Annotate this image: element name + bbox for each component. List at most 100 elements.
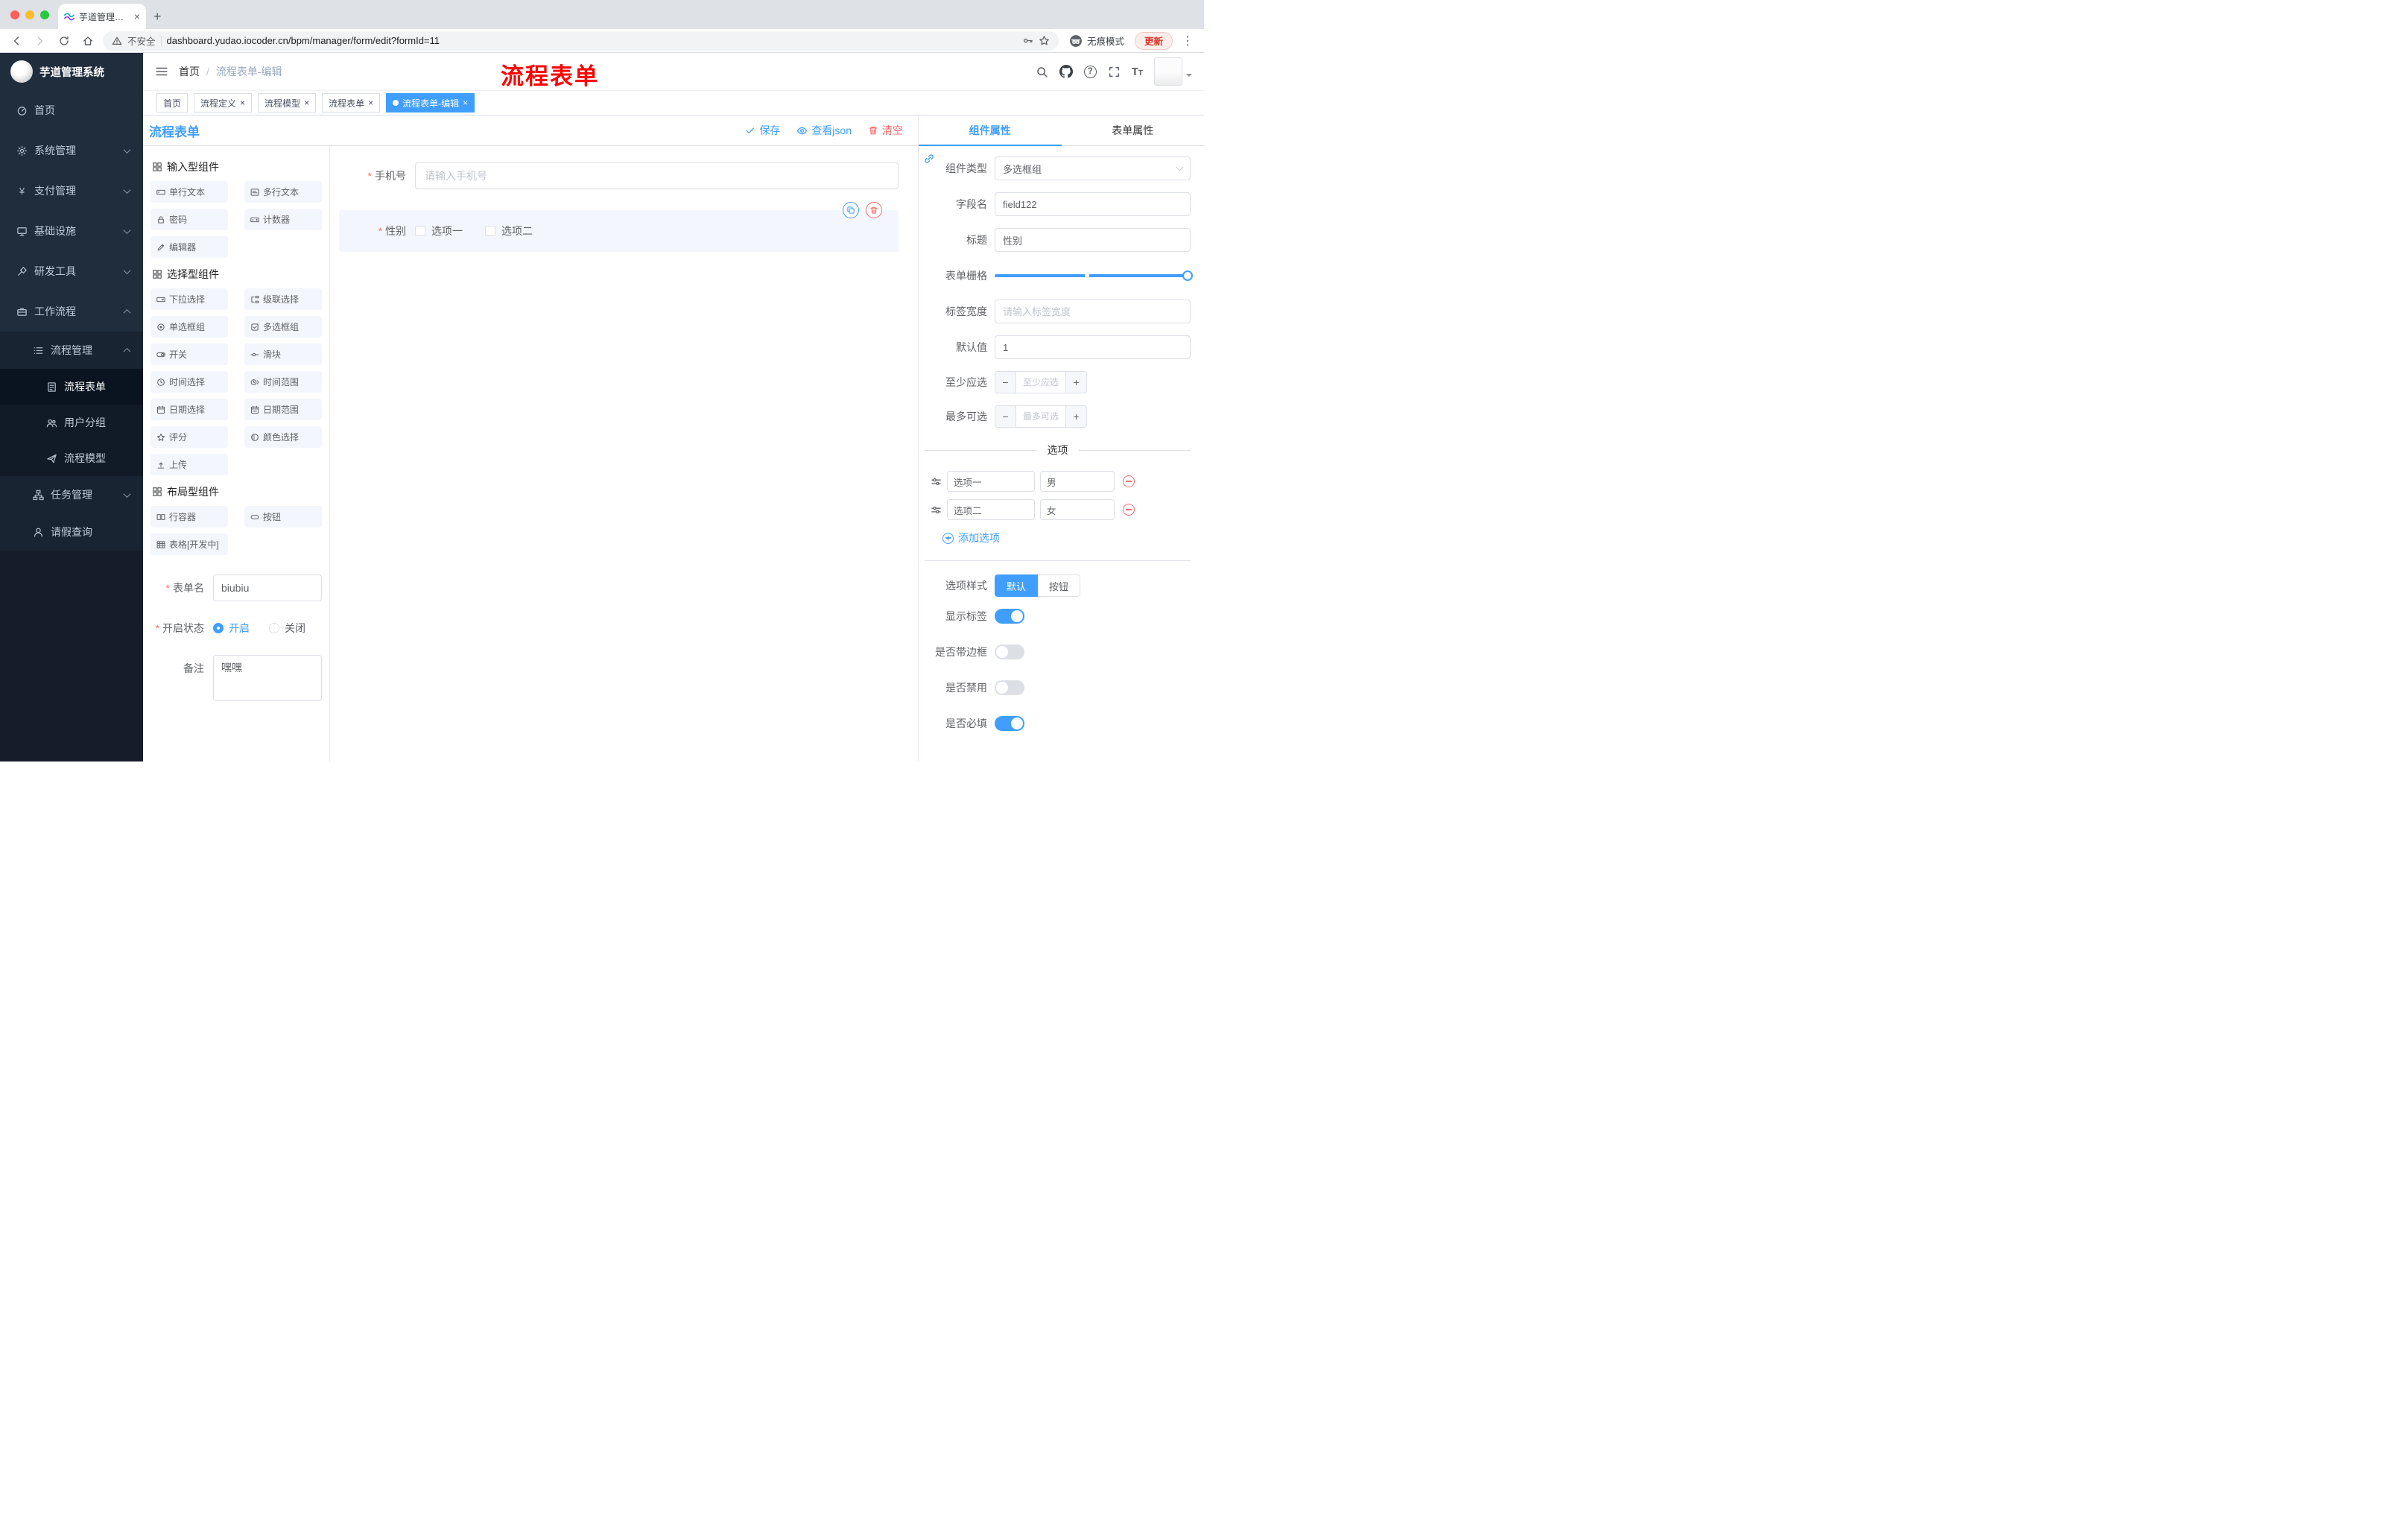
tab-component-props[interactable]: 组件属性	[919, 115, 1062, 146]
palette-item-time-picker[interactable]: 时间选择	[150, 371, 228, 393]
update-button[interactable]: 更新	[1134, 31, 1173, 50]
tag-close-icon[interactable]: ×	[240, 98, 245, 107]
window-minimize-button[interactable]	[25, 10, 34, 19]
tab-form-props[interactable]: 表单属性	[1062, 115, 1205, 145]
sidebar-item-process-mgmt[interactable]: 流程管理	[0, 332, 143, 369]
save-button[interactable]: 保存	[745, 123, 780, 138]
tab-close-icon[interactable]: ×	[134, 11, 140, 22]
palette-item-date-picker[interactable]: 日期选择	[150, 399, 228, 420]
drag-handle-icon[interactable]	[931, 476, 942, 487]
sidebar-item-payment[interactable]: ¥ 支付管理	[0, 171, 143, 211]
option-value-input[interactable]	[1040, 499, 1115, 520]
palette-item-select[interactable]: 下拉选择	[150, 288, 228, 310]
sidebar-item-process-form[interactable]: 流程表单	[0, 369, 143, 405]
palette-item-table[interactable]: 表格[开发中]	[150, 533, 228, 555]
palette-item-upload[interactable]: 上传	[150, 454, 228, 475]
required-toggle[interactable]	[995, 716, 1024, 731]
tag-process-definition[interactable]: 流程定义 ×	[194, 93, 253, 113]
tag-close-icon[interactable]: ×	[304, 98, 309, 107]
status-off-radio[interactable]: 关闭	[269, 621, 305, 636]
forward-button[interactable]	[31, 32, 49, 50]
browser-tab[interactable]: 芋道管理系统 ×	[58, 4, 146, 29]
style-button-button[interactable]: 按钮	[1038, 574, 1081, 597]
component-type-select[interactable]: 多选框组	[995, 156, 1191, 180]
profile-chip[interactable]: 无痕模式	[1065, 34, 1129, 48]
option-name-input[interactable]	[947, 471, 1035, 492]
bookmark-star-icon[interactable]	[1039, 35, 1050, 46]
link-icon[interactable]	[923, 152, 935, 165]
view-json-button[interactable]: 查看json	[796, 123, 852, 138]
palette-item-counter[interactable]: 计数器	[244, 209, 322, 230]
tag-process-model[interactable]: 流程模型 ×	[258, 93, 317, 113]
window-zoom-button[interactable]	[40, 10, 49, 19]
option-name-input[interactable]	[947, 499, 1035, 520]
status-on-radio[interactable]: 开启	[213, 621, 250, 636]
palette-item-editor[interactable]: 编辑器	[150, 236, 228, 258]
selected-component-gender[interactable]: 性别 选项一 选项二	[339, 202, 899, 252]
palette-item-slider[interactable]: 滑块	[244, 343, 322, 365]
remove-option-button[interactable]	[1123, 504, 1135, 516]
search-icon[interactable]	[1036, 66, 1048, 78]
palette-item-multi-line-text[interactable]: 多行文本	[244, 181, 322, 203]
clear-button[interactable]: 清空	[868, 123, 903, 138]
tag-close-icon[interactable]: ×	[368, 98, 373, 107]
increase-button[interactable]: +	[1065, 372, 1086, 393]
default-value-input[interactable]	[995, 335, 1191, 359]
window-close-button[interactable]	[10, 10, 19, 19]
delete-component-button[interactable]	[866, 202, 882, 218]
key-icon[interactable]	[1022, 35, 1033, 46]
palette-item-rate[interactable]: 评分	[150, 426, 228, 448]
disabled-toggle[interactable]	[995, 680, 1024, 695]
tag-process-form-edit[interactable]: 流程表单-编辑 ×	[386, 93, 475, 113]
sidebar-item-infra[interactable]: 基础设施	[0, 211, 143, 251]
palette-item-row-container[interactable]: 行容器	[150, 506, 228, 528]
sidebar-item-leave-query[interactable]: 请假查询	[0, 513, 143, 551]
palette-item-single-line-text[interactable]: 单行文本	[150, 181, 228, 203]
breadcrumb-home[interactable]: 首页	[179, 64, 200, 79]
copy-component-button[interactable]	[843, 202, 859, 218]
phone-input[interactable]	[415, 162, 899, 189]
grid-slider[interactable]	[995, 264, 1193, 288]
decrease-button[interactable]: −	[995, 372, 1016, 393]
decrease-button[interactable]: −	[995, 406, 1016, 427]
sidebar-item-system[interactable]: 系统管理	[0, 130, 143, 171]
label-width-input[interactable]	[995, 300, 1191, 323]
min-select-input[interactable]	[1016, 372, 1065, 393]
slider-handle[interactable]	[1182, 270, 1193, 281]
form-name-input[interactable]	[213, 574, 322, 601]
title-input[interactable]	[995, 228, 1191, 252]
palette-item-color-picker[interactable]: 颜色选择	[244, 426, 322, 448]
sidebar-item-workflow[interactable]: 工作流程	[0, 291, 143, 332]
drag-handle-icon[interactable]	[931, 504, 942, 516]
new-tab-button[interactable]: +	[153, 9, 162, 24]
gender-option-2-checkbox[interactable]: 选项二	[485, 224, 533, 238]
home-button[interactable]	[79, 32, 97, 50]
help-icon[interactable]: ?	[1083, 65, 1097, 78]
style-default-button[interactable]: 默认	[995, 574, 1039, 597]
palette-item-date-range[interactable]: 日期范围	[244, 399, 322, 420]
tag-home[interactable]: 首页	[156, 93, 188, 113]
reload-button[interactable]	[55, 32, 73, 50]
form-remark-textarea[interactable]: 嘿嘿	[213, 655, 322, 701]
palette-item-button[interactable]: 按钮	[244, 506, 322, 528]
remove-option-button[interactable]	[1123, 475, 1135, 487]
fullscreen-icon[interactable]	[1108, 66, 1121, 78]
palette-item-checkbox-group[interactable]: 多选框组	[244, 316, 322, 338]
back-button[interactable]	[7, 32, 25, 50]
add-option-button[interactable]: 添加选项	[942, 531, 1000, 545]
tag-process-form[interactable]: 流程表单 ×	[322, 93, 381, 113]
browser-menu-icon[interactable]: ⋮	[1179, 34, 1197, 48]
palette-item-radio-group[interactable]: 单选框组	[150, 316, 228, 338]
sidebar-item-task-mgmt[interactable]: 任务管理	[0, 476, 143, 513]
sidebar-item-process-model[interactable]: 流程模型	[0, 440, 143, 476]
palette-item-switch[interactable]: 开关	[150, 343, 228, 365]
sidebar-item-devtools[interactable]: 研发工具	[0, 251, 143, 291]
palette-item-password[interactable]: 密码	[150, 209, 228, 230]
sidebar-item-user-group[interactable]: 用户分组	[0, 405, 143, 440]
font-size-icon[interactable]: TT	[1132, 66, 1143, 77]
slider-track[interactable]	[995, 270, 1193, 281]
option-value-input[interactable]	[1040, 471, 1115, 492]
collapse-sidebar-button[interactable]	[155, 65, 168, 78]
sidebar-item-home[interactable]: 首页	[0, 90, 143, 130]
show-label-toggle[interactable]	[995, 609, 1024, 624]
